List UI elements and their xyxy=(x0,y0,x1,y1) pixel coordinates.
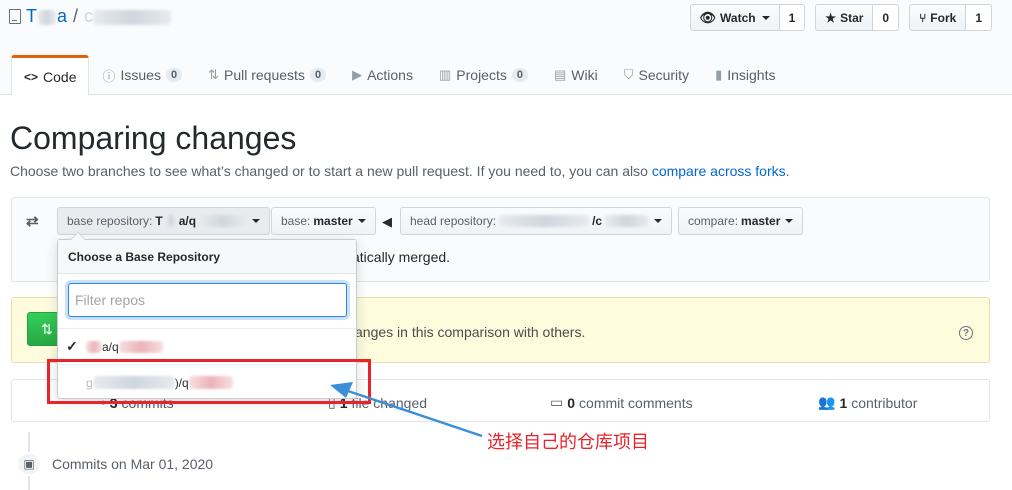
annotation-text: 选择自己的仓库项目 xyxy=(487,432,649,453)
annotation-arrow xyxy=(330,382,483,438)
